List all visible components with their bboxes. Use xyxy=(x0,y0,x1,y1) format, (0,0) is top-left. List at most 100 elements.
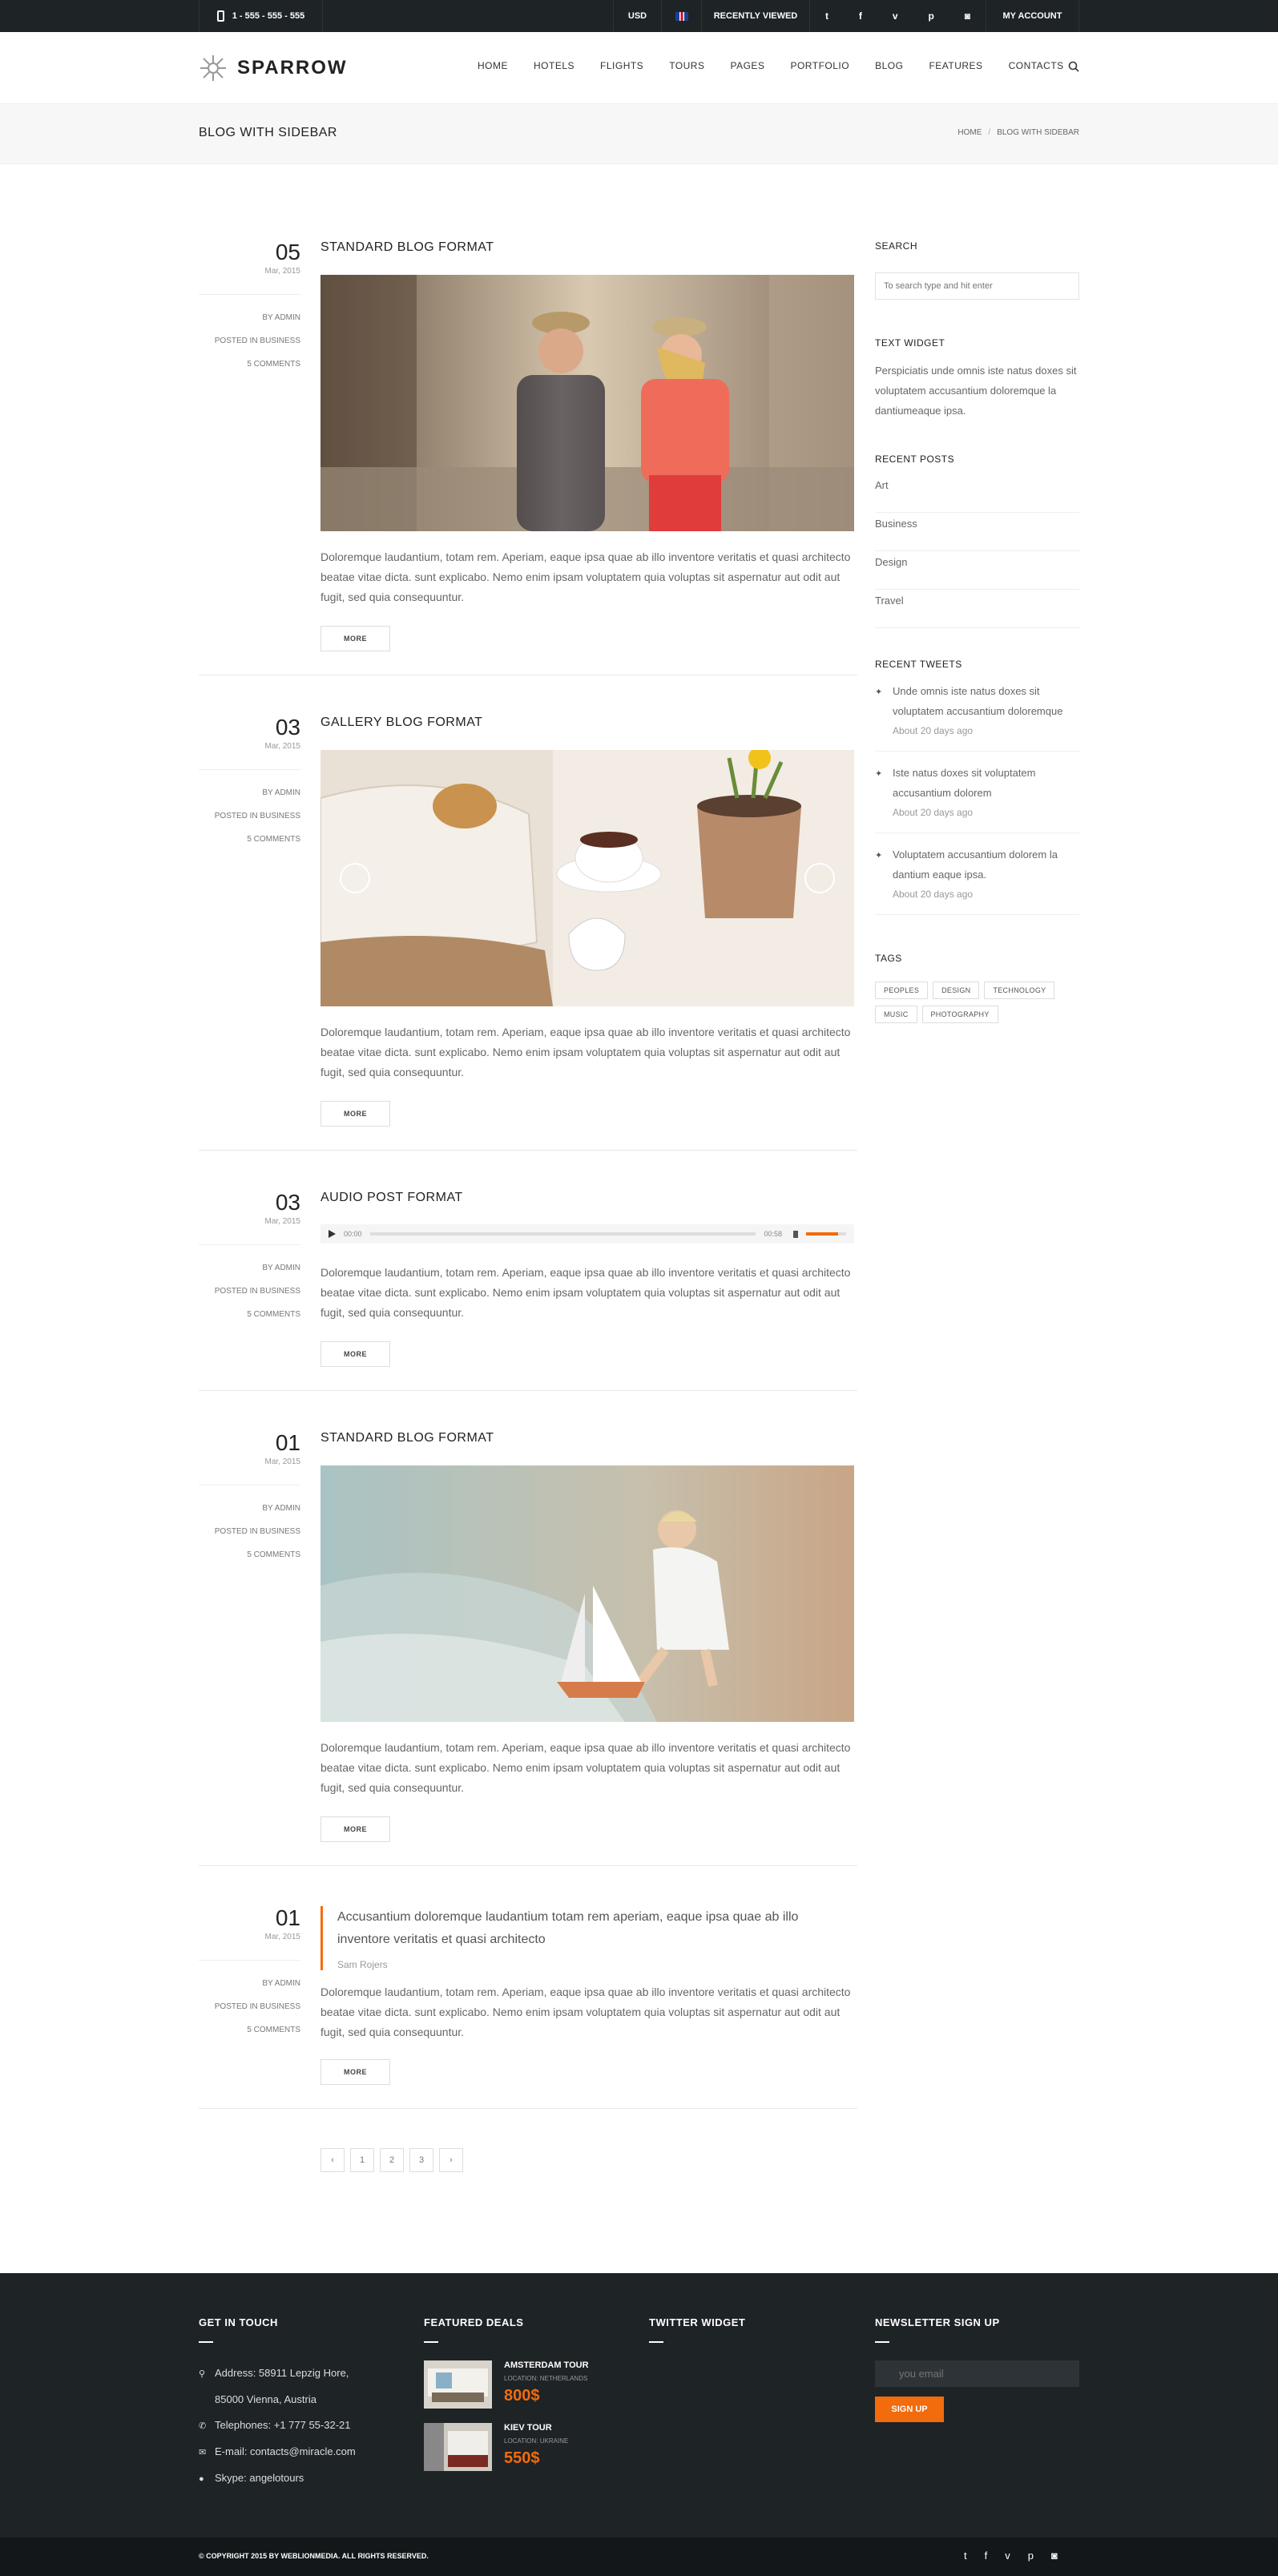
tag-link[interactable]: DESIGN xyxy=(933,982,980,999)
post-author[interactable]: BY ADMIN xyxy=(199,781,300,804)
newsletter-email-input[interactable] xyxy=(875,2360,1079,2387)
post-category[interactable]: POSTED IN BUSINESS xyxy=(199,329,300,353)
post-excerpt: Doloremque laudantium, totam rem. Aperia… xyxy=(321,1266,851,1319)
post-comments[interactable]: 5 COMMENTS xyxy=(199,1543,300,1566)
deal-image-amsterdam[interactable] xyxy=(424,2360,492,2409)
tweet-item: ✦ Voluptatem accusantium dolorem la danti… xyxy=(875,845,1079,915)
deal-name[interactable]: AMSTERDAM TOUR xyxy=(504,2360,589,2370)
recent-post-link[interactable]: Business xyxy=(875,513,1079,551)
post-excerpt: Doloremque laudantium, totam rem. Aperia… xyxy=(321,550,851,603)
pinterest-icon[interactable]: p xyxy=(1028,2550,1034,2562)
post-excerpt: Doloremque laudantium, totam rem. Aperia… xyxy=(321,1026,851,1078)
more-button[interactable]: MORE xyxy=(321,1816,390,1842)
vimeo-icon[interactable]: v xyxy=(1005,2550,1010,2562)
post-gallery-slider[interactable] xyxy=(321,750,854,1006)
post-category[interactable]: POSTED IN BUSINESS xyxy=(199,1280,300,1303)
post-comments[interactable]: 5 COMMENTS xyxy=(199,828,300,851)
language-selector[interactable] xyxy=(661,0,701,32)
post-divider xyxy=(199,1390,857,1391)
post-title[interactable]: STANDARD BLOG FORMAT xyxy=(321,1431,494,1445)
text-widget-body: Perspiciatis unde omnis iste natus doxes… xyxy=(875,365,1077,417)
logo[interactable]: SPARROW xyxy=(199,54,348,83)
deal-item[interactable]: AMSTERDAM TOUR LOCATION: NETHERLANDS 800… xyxy=(424,2360,624,2409)
more-button[interactable]: MORE xyxy=(321,1341,390,1367)
post-title[interactable]: STANDARD BLOG FORMAT xyxy=(321,240,494,255)
currency-selector[interactable]: USD xyxy=(613,0,661,32)
recent-post-link[interactable]: Design xyxy=(875,551,1079,590)
tag-link[interactable]: PHOTOGRAPHY xyxy=(921,1006,998,1023)
post-author[interactable]: BY ADMIN xyxy=(199,306,300,329)
pagination-page-2[interactable]: 2 xyxy=(380,2148,404,2172)
post-image-couple[interactable] xyxy=(321,275,854,531)
pinterest-icon[interactable]: p xyxy=(928,0,933,32)
post-date: 01 Mar, 2015 xyxy=(264,1430,300,1467)
volume-slider[interactable] xyxy=(806,1232,846,1236)
nav-blog[interactable]: BLOG xyxy=(875,60,903,71)
breadcrumb-home[interactable]: HOME xyxy=(957,128,982,137)
more-button[interactable]: MORE xyxy=(321,626,390,651)
instagram-icon[interactable]: ◙ xyxy=(1051,2550,1058,2562)
search-icon[interactable] xyxy=(1068,61,1079,72)
nav-hotels[interactable]: HOTELS xyxy=(534,60,574,71)
tag-link[interactable]: TECHNOLOGY xyxy=(984,982,1055,999)
nav-home[interactable]: HOME xyxy=(478,60,508,71)
newsletter-title: NEWSLETTER SIGN UP xyxy=(875,2316,1000,2328)
breadcrumb-current: BLOG WITH SIDEBAR xyxy=(997,128,1079,137)
vimeo-icon[interactable]: v xyxy=(893,0,898,32)
pagination-prev[interactable]: ‹ xyxy=(321,2148,345,2172)
deal-name[interactable]: KIEV TOUR xyxy=(504,2423,568,2433)
text-widget-title: TEXT WIDGET xyxy=(875,337,945,349)
footer-email[interactable]: E-mail: contacts@miracle.com xyxy=(215,2445,356,2457)
pagination-next[interactable]: › xyxy=(439,2148,463,2172)
post-quote: Accusantium doloremque laudantium totam … xyxy=(321,1906,854,1970)
tag-link[interactable]: MUSIC xyxy=(875,1006,917,1023)
facebook-icon[interactable]: f xyxy=(859,0,862,32)
audio-progress-bar[interactable] xyxy=(369,1232,756,1236)
deal-item[interactable]: KIEV TOUR LOCATION: UKRAINE 550$ xyxy=(424,2423,624,2471)
footer-newsletter: NEWSLETTER SIGN UP SIGN UP xyxy=(875,2316,1079,2422)
nav-tours[interactable]: TOURS xyxy=(669,60,704,71)
quote-text[interactable]: Accusantium doloremque laudantium totam … xyxy=(337,1906,854,1951)
nav-features[interactable]: FEATURES xyxy=(929,60,982,71)
twitter-icon[interactable]: t xyxy=(825,0,828,32)
volume-icon[interactable] xyxy=(793,1230,798,1238)
recent-post-link[interactable]: Art xyxy=(875,474,1079,513)
nav-portfolio[interactable]: PORTFOLIO xyxy=(790,60,849,71)
twitter-icon[interactable]: t xyxy=(964,2550,967,2562)
post-author[interactable]: BY ADMIN xyxy=(199,1972,300,1995)
recently-viewed-link[interactable]: RECENTLY VIEWED xyxy=(701,0,809,32)
facebook-icon[interactable]: f xyxy=(985,2550,988,2562)
pagination-page-1[interactable]: 1 xyxy=(350,2148,374,2172)
post-excerpt: Doloremque laudantium, totam rem. Aperia… xyxy=(321,1741,851,1794)
post-author[interactable]: BY ADMIN xyxy=(199,1497,300,1520)
post-category[interactable]: POSTED IN BUSINESS xyxy=(199,1520,300,1543)
signup-button[interactable]: SIGN UP xyxy=(875,2397,944,2422)
post-image-beach-child[interactable] xyxy=(321,1465,854,1722)
footer-social-links: t f v p ◙ xyxy=(955,2550,1066,2562)
deal-image-kiev[interactable] xyxy=(424,2423,492,2471)
post-meta: BY ADMIN POSTED IN BUSINESS 5 COMMENTS xyxy=(199,1244,300,1326)
instagram-icon[interactable]: ◙ xyxy=(965,0,970,32)
nav-pages[interactable]: PAGES xyxy=(730,60,764,71)
recent-post-link[interactable]: Travel xyxy=(875,590,1079,628)
pagination-page-3[interactable]: 3 xyxy=(409,2148,433,2172)
play-icon[interactable] xyxy=(329,1230,336,1238)
uk-flag-icon xyxy=(675,11,688,21)
post-category[interactable]: POSTED IN BUSINESS xyxy=(199,804,300,828)
more-button[interactable]: MORE xyxy=(321,1101,390,1127)
deal-price: 800$ xyxy=(504,2387,540,2405)
tag-link[interactable]: PEOPLES xyxy=(875,982,929,999)
nav-flights[interactable]: FLIGHTS xyxy=(600,60,643,71)
post-author[interactable]: BY ADMIN xyxy=(199,1256,300,1280)
post-category[interactable]: POSTED IN BUSINESS xyxy=(199,1995,300,2018)
post-comments[interactable]: 5 COMMENTS xyxy=(199,1303,300,1326)
post-title[interactable]: AUDIO POST FORMAT xyxy=(321,1191,463,1205)
nav-contacts[interactable]: CONTACTS xyxy=(1009,60,1064,71)
tag-cloud: PEOPLES DESIGN TECHNOLOGY MUSIC PHOTOGRA… xyxy=(875,982,1079,1030)
post-comments[interactable]: 5 COMMENTS xyxy=(199,2018,300,2042)
post-comments[interactable]: 5 COMMENTS xyxy=(199,353,300,376)
more-button[interactable]: MORE xyxy=(321,2059,390,2085)
my-account-link[interactable]: MY ACCOUNT xyxy=(986,0,1079,32)
post-title[interactable]: GALLERY BLOG FORMAT xyxy=(321,716,482,730)
sidebar-search-input[interactable] xyxy=(875,272,1079,300)
